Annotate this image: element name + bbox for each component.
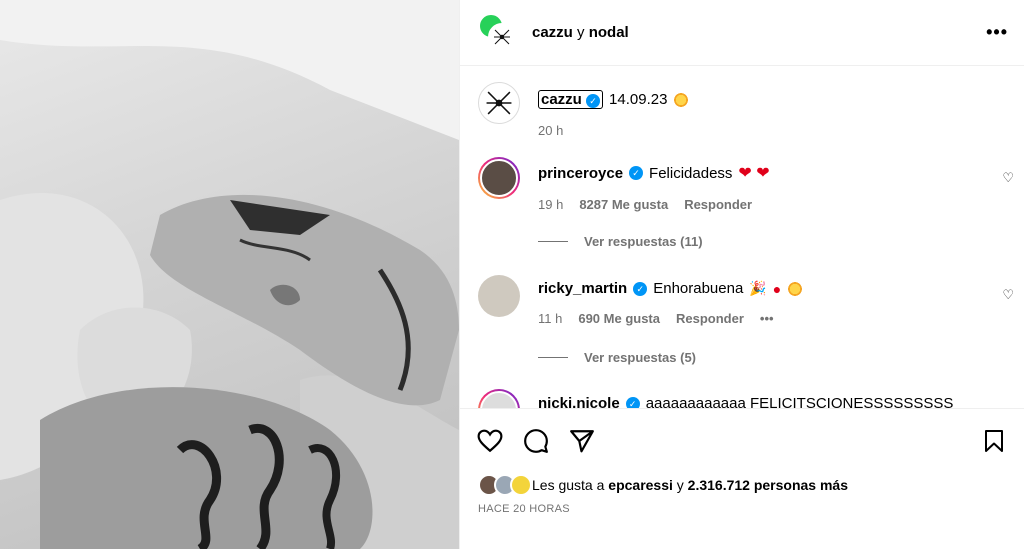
share-button[interactable] (568, 427, 596, 455)
view-replies-label[interactable]: Ver respuestas (5) (584, 350, 696, 365)
spider-icon (494, 29, 510, 44)
author-name[interactable]: cazzu (532, 24, 573, 41)
sun-emoji-icon (673, 91, 690, 108)
party-emoji-icon: 🎉 (749, 280, 767, 296)
verified-icon: ✓ (629, 166, 644, 180)
photo-illustration (0, 0, 459, 549)
avatar (510, 474, 532, 496)
heart-icon (477, 429, 503, 452)
view-replies-label[interactable]: Ver respuestas (11) (584, 234, 703, 249)
comment-time[interactable]: 19 h (538, 197, 563, 212)
liker-username[interactable]: epcaressi (608, 477, 673, 493)
post-authors[interactable]: cazzu y nodal (532, 24, 629, 41)
avatar[interactable] (478, 275, 520, 317)
comments-feed[interactable]: cazzu ✓ 14.09.23 20 h princeroyce ✓ Feli… (460, 67, 1024, 408)
post-header: cazzu y nodal ••• (460, 0, 1024, 66)
like-comment-icon[interactable]: ♡ (1002, 287, 1014, 303)
comment-text: aaaaaaaaaaaa FELICITSCIONESSSSSSSSS (645, 395, 954, 408)
comment-likes[interactable]: 690 Me gusta (578, 311, 660, 326)
view-replies-button[interactable]: Ver respuestas (5) (538, 350, 696, 365)
action-bar (460, 408, 1024, 472)
caption-username[interactable]: cazzu ✓ (538, 90, 604, 109)
comment-time[interactable]: 11 h (538, 311, 562, 326)
comment-more-button[interactable]: ••• (760, 311, 774, 326)
spider-icon (486, 91, 512, 115)
balloon-emoji-icon: ● (772, 280, 782, 297)
sun-emoji-icon (787, 280, 804, 297)
save-button[interactable] (980, 427, 1008, 455)
avatar[interactable] (488, 22, 516, 51)
comment-bubble-icon (524, 428, 548, 453)
heart-emoji-icon: ❤ ❤ (738, 165, 770, 182)
author-name[interactable]: nodal (589, 24, 629, 41)
collab-avatars[interactable] (478, 12, 518, 53)
verified-icon: ✓ (586, 94, 601, 108)
divider (538, 241, 568, 242)
avatar[interactable] (478, 82, 520, 124)
bookmark-icon (985, 429, 1003, 452)
likes-summary[interactable]: Les gusta a epcaressi y 2.316.712 person… (478, 474, 1008, 496)
comment-likes[interactable]: 8287 Me gusta (579, 197, 668, 212)
reply-button[interactable]: Responder (684, 197, 752, 212)
author-join: y (577, 24, 585, 41)
avatar[interactable] (478, 389, 520, 408)
comment-username[interactable]: nicki.nicole (538, 395, 620, 408)
like-button[interactable] (476, 427, 504, 455)
send-icon (570, 429, 594, 452)
caption-time[interactable]: 20 h (538, 123, 563, 138)
likes-count[interactable]: 2.316.712 personas más (688, 477, 848, 493)
comment-text: Felicidadess (649, 164, 733, 182)
comment-username[interactable]: princeroyce (538, 165, 623, 182)
caption-text: 14.09.23 (609, 91, 668, 108)
post-photo (0, 0, 459, 549)
avatar[interactable] (478, 157, 520, 199)
comment-username[interactable]: ricky_martin (538, 280, 627, 297)
comment-text: Enhorabuena (653, 280, 744, 297)
view-replies-button[interactable]: Ver respuestas (11) (538, 234, 703, 249)
verified-icon: ✓ (625, 396, 640, 408)
more-options-button[interactable]: ••• (986, 22, 1008, 43)
liker-avatars (478, 474, 532, 496)
likes-prefix: Les gusta a (532, 477, 605, 493)
divider (538, 357, 568, 358)
comment-button[interactable] (522, 427, 550, 455)
post-timestamp[interactable]: HACE 20 HORAS (478, 503, 570, 515)
verified-icon: ✓ (633, 281, 648, 296)
like-comment-icon[interactable]: ♡ (1002, 170, 1014, 186)
likes-join: y (676, 477, 684, 493)
reply-button[interactable]: Responder (676, 311, 744, 326)
post-panel: cazzu y nodal ••• cazzu ✓ 14.09.23 20 h … (459, 0, 1024, 549)
